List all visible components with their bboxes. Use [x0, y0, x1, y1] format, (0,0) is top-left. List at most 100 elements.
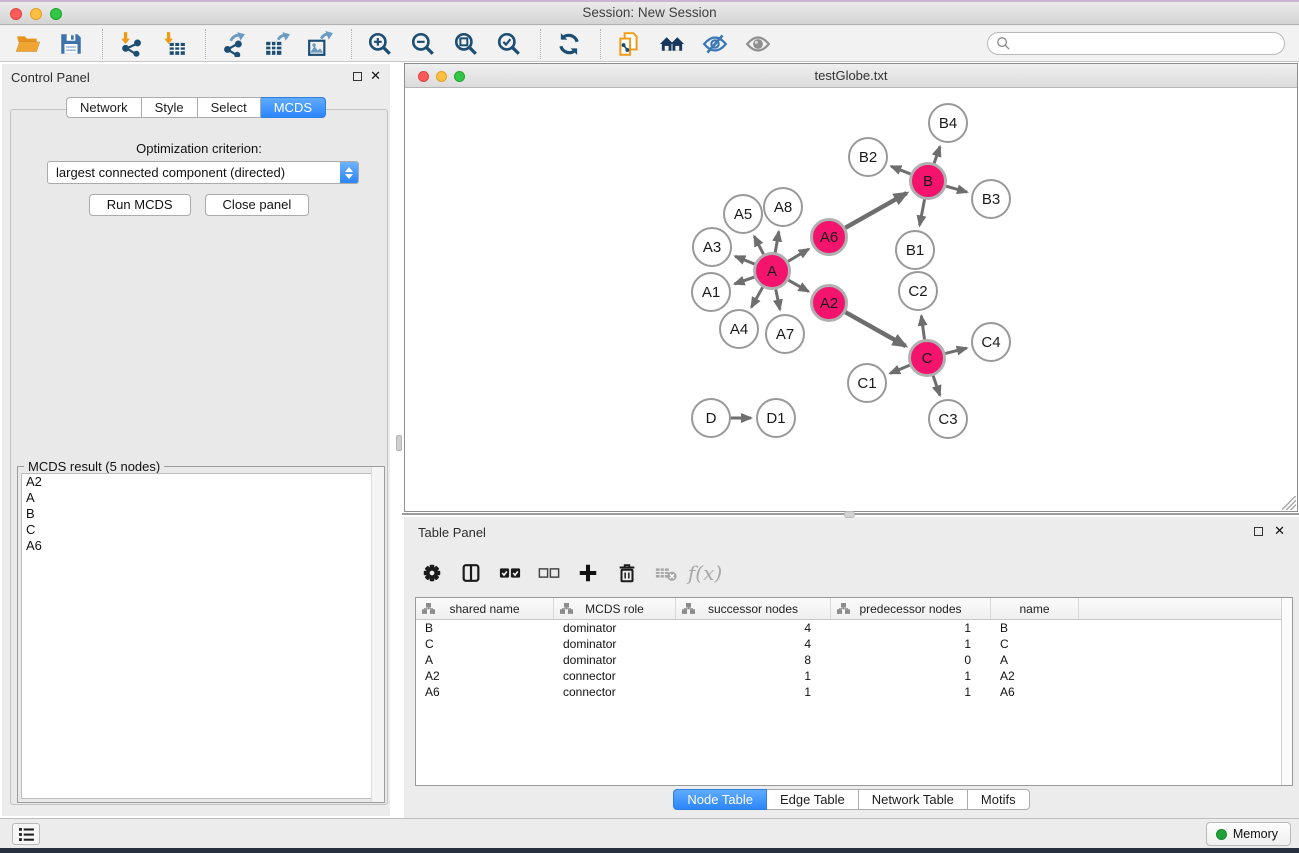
graph-node-A1[interactable]: A1 [692, 273, 730, 311]
export-table-icon[interactable] [263, 30, 290, 57]
graph-node-B3[interactable]: B3 [972, 180, 1010, 218]
select-all-rows-icon[interactable] [498, 561, 522, 585]
cell[interactable]: A6 [991, 684, 1079, 700]
column-header-predecessor-nodes[interactable]: predecessor nodes [831, 598, 991, 619]
task-history-button[interactable] [12, 823, 40, 845]
graph-node-B2[interactable]: B2 [849, 138, 887, 176]
resize-grip-icon[interactable] [1282, 496, 1296, 510]
zoom-fit-icon[interactable] [452, 30, 479, 57]
edge-A-A4[interactable] [751, 286, 763, 307]
hide-graphics-details-icon[interactable] [701, 30, 728, 57]
graph-node-D1[interactable]: D1 [757, 399, 795, 437]
network-canvas[interactable]: B4 B2 B B3 A8 A5 A6 A3 B1 A C2 A1 A2 A4 … [405, 88, 1297, 511]
edge-A-A2[interactable] [787, 280, 808, 292]
cell[interactable]: A [416, 652, 554, 668]
import-table-icon[interactable] [160, 30, 187, 57]
table-tab-network-table[interactable]: Network Table [859, 789, 968, 810]
table-float-icon[interactable] [1254, 527, 1263, 536]
edge-C-C2[interactable] [921, 316, 924, 341]
add-column-icon[interactable] [576, 561, 600, 585]
table-close-icon[interactable]: ✕ [1274, 523, 1285, 539]
zoom-selected-icon[interactable] [495, 30, 522, 57]
edge-C-C3[interactable] [933, 375, 940, 396]
graph-node-A[interactable]: A [755, 254, 790, 289]
tab-select[interactable]: Select [198, 97, 261, 118]
edge-A-A8[interactable] [775, 232, 779, 254]
mcds-result-item-c[interactable]: C [22, 522, 380, 538]
cell[interactable]: 1 [676, 668, 831, 684]
graph-node-C3[interactable]: C3 [929, 400, 967, 438]
graph-node-C1[interactable]: C1 [848, 364, 886, 402]
import-network-icon[interactable] [117, 30, 144, 57]
graph-node-B4[interactable]: B4 [929, 104, 967, 142]
column-layout-icon[interactable] [459, 561, 483, 585]
table-tab-edge-table[interactable]: Edge Table [767, 789, 859, 810]
cell[interactable]: C [991, 636, 1079, 652]
column-header-shared-name[interactable]: shared name [416, 598, 554, 619]
edge-B-B1[interactable] [920, 198, 925, 225]
graph-node-A3[interactable]: A3 [693, 228, 731, 266]
cell[interactable]: A2 [991, 668, 1079, 684]
graph-node-C2[interactable]: C2 [899, 272, 937, 310]
graph-node-C4[interactable]: C4 [972, 323, 1010, 361]
graph-node-A7[interactable]: A7 [766, 315, 804, 353]
cell[interactable]: dominator [554, 620, 676, 636]
column-header-MCDS-role[interactable]: MCDS role [554, 598, 676, 619]
table-row-b[interactable]: Bdominator41B [416, 620, 1292, 636]
mcds-result-item-a[interactable]: A [22, 490, 380, 506]
cell[interactable]: 1 [831, 636, 991, 652]
vertical-splitter-handle[interactable] [396, 435, 402, 451]
column-header-successor-nodes[interactable]: successor nodes [676, 598, 831, 619]
export-network-icon[interactable] [220, 30, 247, 57]
cell[interactable]: C [416, 636, 554, 652]
table-tab-motifs[interactable]: Motifs [968, 789, 1030, 810]
zoom-out-icon[interactable] [409, 30, 436, 57]
memory-button[interactable]: Memory [1206, 822, 1291, 846]
delete-columns-icon[interactable] [615, 561, 639, 585]
run-mcds-button[interactable]: Run MCDS [89, 194, 191, 216]
edge-A-A5[interactable] [754, 236, 764, 255]
edge-C-C1[interactable] [890, 365, 911, 374]
graph-node-B1[interactable]: B1 [896, 231, 934, 269]
close-panel-button[interactable]: Close panel [205, 194, 310, 216]
mcds-result-item-a2[interactable]: A2 [22, 474, 380, 490]
cell[interactable]: connector [554, 684, 676, 700]
edge-B-B3[interactable] [945, 186, 967, 192]
close-panel-icon[interactable]: ✕ [370, 68, 381, 84]
graph-node-A5[interactable]: A5 [724, 195, 762, 233]
cell[interactable]: 1 [831, 668, 991, 684]
save-session-icon[interactable] [57, 30, 84, 57]
cell[interactable]: 1 [831, 684, 991, 700]
mcds-result-scrollbar[interactable] [371, 467, 384, 802]
cell[interactable]: 0 [831, 652, 991, 668]
cell[interactable]: 8 [676, 652, 831, 668]
network-window-titlebar[interactable]: testGlobe.txt [405, 64, 1297, 88]
edge-A-A7[interactable] [776, 288, 780, 309]
table-tab-node-table[interactable]: Node Table [673, 789, 767, 810]
deselect-all-rows-icon[interactable] [537, 561, 561, 585]
graph-node-A4[interactable]: A4 [720, 310, 758, 348]
cell[interactable]: 4 [676, 620, 831, 636]
tab-network[interactable]: Network [66, 97, 142, 118]
mcds-result-item-b[interactable]: B [22, 506, 380, 522]
tab-style[interactable]: Style [142, 97, 198, 118]
zoom-in-icon[interactable] [366, 30, 393, 57]
table-row-a[interactable]: Adominator80A [416, 652, 1292, 668]
edge-B-B4[interactable] [934, 147, 940, 165]
graph-node-A6[interactable]: A6 [812, 220, 847, 255]
home-icon[interactable] [658, 30, 685, 57]
edge-A2-C[interactable] [844, 312, 905, 346]
edge-C-C4[interactable] [944, 348, 967, 354]
edge-A6-B[interactable] [844, 193, 907, 228]
cell[interactable]: connector [554, 668, 676, 684]
table-row-c[interactable]: Cdominator41C [416, 636, 1292, 652]
cell[interactable]: 4 [676, 636, 831, 652]
graph-node-A2[interactable]: A2 [812, 286, 847, 321]
column-header-name[interactable]: name [991, 598, 1079, 619]
cell[interactable]: 1 [676, 684, 831, 700]
graph-node-D[interactable]: D [692, 399, 730, 437]
cell[interactable]: A6 [416, 684, 554, 700]
cell[interactable]: dominator [554, 652, 676, 668]
cell[interactable]: B [416, 620, 554, 636]
edge-A-A6[interactable] [787, 249, 809, 262]
